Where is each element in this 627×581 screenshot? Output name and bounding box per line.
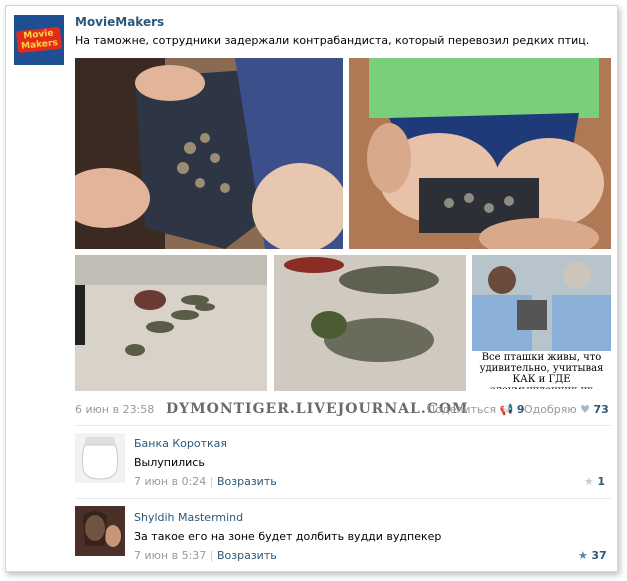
like-button[interactable]: Одобряю ♥ 73 [524,403,609,416]
comment-meta: 7 июн в 5:37 | Возразить [134,549,277,562]
author-name[interactable]: MovieMakers [75,15,164,29]
divider [75,498,611,499]
photo-3[interactable] [75,255,267,391]
comment-time[interactable]: 7 июн в 5:37 [134,549,206,562]
photo-1[interactable] [75,58,343,249]
reply-link[interactable]: Возразить [217,549,277,562]
comment-like-count: 1 [597,475,606,488]
heart-icon: ♥ [580,403,591,416]
star-icon: ★ [578,549,588,562]
comment-author[interactable]: Shyldih Mastermind [134,511,243,524]
comment-text: Вылупились [134,456,205,469]
comment-like-count: 37 [591,549,607,562]
share-icon: 📢 [499,403,514,416]
comment-like[interactable]: ★ 37 [578,549,607,562]
post-timestamp[interactable]: 6 июн в 23:58 [75,403,154,416]
photo-4[interactable] [274,255,466,391]
comment-text: За такое его на зоне будет долбить вудди… [134,530,442,543]
post-text: На таможне, сотрудники задержали контраб… [75,34,590,47]
comment-avatar[interactable] [75,433,125,483]
comment-like[interactable]: ★ 1 [584,475,605,488]
photo-5[interactable]: Все пташки живы, что удивительно, учитыв… [472,255,611,391]
moviemakers-logo: Movie Makers [15,26,63,54]
share-label: Поделиться [427,403,497,416]
reply-link[interactable]: Возразить [217,475,277,488]
watermark: DYMONTIGER.LIVEJOURNAL.COM [166,401,469,417]
comment-meta: 7 июн в 0:24 | Возразить [134,475,277,488]
author-avatar[interactable]: Movie Makers [14,15,64,65]
share-button[interactable]: Поделиться 📢 9 [427,403,524,416]
like-label: Одобряю [524,403,577,416]
photo-caption: Все пташки живы, что удивительно, учитыв… [479,352,604,389]
post-card: Movie Makers MovieMakers На таможне, сот… [5,5,618,572]
comment-time[interactable]: 7 июн в 0:24 [134,475,206,488]
comment-author[interactable]: Банка Короткая [134,437,227,450]
like-count: 73 [593,403,609,416]
star-icon: ★ [584,475,594,488]
comment-avatar[interactable] [75,506,125,556]
divider [75,425,611,426]
photo-2[interactable] [349,58,611,249]
